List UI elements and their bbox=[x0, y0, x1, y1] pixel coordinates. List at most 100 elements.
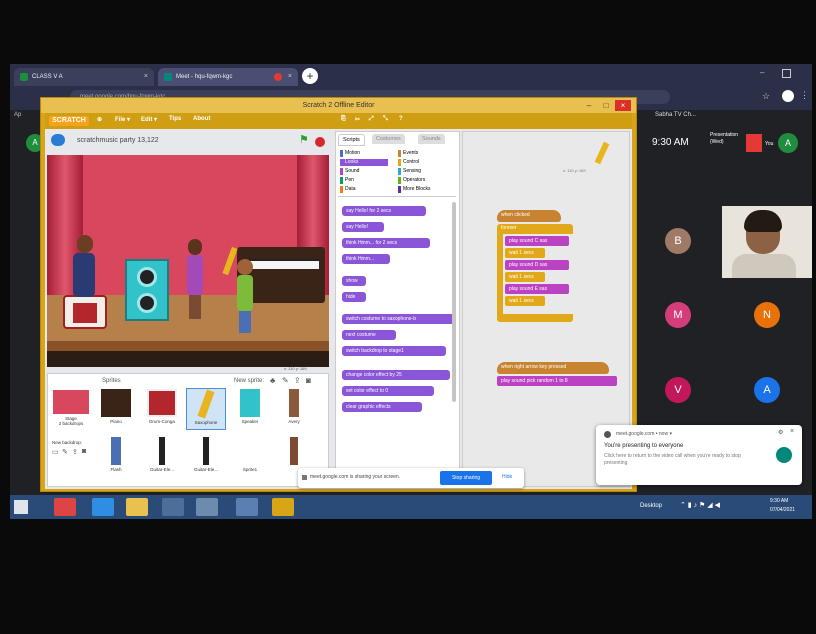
tab-sounds[interactable]: Sounds bbox=[418, 134, 445, 144]
sprite-avery[interactable]: Avery bbox=[274, 388, 314, 430]
block-wait[interactable]: wait 1 secs bbox=[505, 296, 545, 306]
category-motion[interactable]: Motion bbox=[340, 150, 388, 157]
menu-file[interactable]: File ▾ bbox=[115, 116, 130, 123]
minimize-icon[interactable]: – bbox=[760, 68, 764, 77]
stage-thumbnail[interactable]: Stage 2 backdrops bbox=[50, 388, 92, 436]
avatar[interactable]: A bbox=[778, 133, 798, 153]
green-flag-icon[interactable]: ⚑ bbox=[299, 133, 309, 146]
block-play-random-sound[interactable]: play sound pick random 1 to 8 bbox=[497, 376, 617, 386]
globe-icon[interactable]: ⊕ bbox=[97, 116, 102, 123]
explorer-taskbar-icon[interactable] bbox=[126, 498, 148, 516]
scratch-taskbar-icon[interactable] bbox=[272, 498, 294, 516]
block-hide[interactable]: hide bbox=[342, 292, 366, 302]
block-switch-backdrop[interactable]: switch backdrop to stage1 bbox=[342, 346, 446, 356]
settings-icon[interactable]: ⚙ bbox=[778, 429, 783, 436]
category-operators[interactable]: Operators bbox=[398, 177, 446, 184]
block-clear-effects[interactable]: clear graphic effects bbox=[342, 402, 422, 412]
sprite-saxophone[interactable]: Saxophone bbox=[186, 388, 226, 430]
menu-dots-icon[interactable]: ⋮ bbox=[800, 90, 809, 101]
block-think-for-secs[interactable]: think Hmm... for 2 secs bbox=[342, 238, 430, 248]
bookmark-item[interactable]: Sabha TV Ch... bbox=[655, 112, 696, 118]
category-pen[interactable]: Pen bbox=[340, 177, 388, 184]
hat-when-key-pressed[interactable]: when right arrow key pressed bbox=[497, 362, 609, 374]
chat-taskbar-icon[interactable] bbox=[236, 498, 258, 516]
tray-icons[interactable]: ⌃ ▮ ♪ ⚑ ◢ ◀ bbox=[680, 501, 720, 509]
backdrop-library-icon[interactable]: ▭ bbox=[52, 448, 59, 456]
star-icon[interactable]: ☆ bbox=[762, 91, 770, 102]
block-play-sound[interactable]: play sound D sax bbox=[505, 260, 569, 270]
close-icon[interactable]: × bbox=[144, 68, 148, 86]
sprite-speaker[interactable]: Speaker bbox=[230, 388, 270, 430]
apps-bookmark[interactable]: Ap bbox=[14, 112, 21, 118]
block-show[interactable]: show bbox=[342, 276, 366, 286]
singer-body[interactable] bbox=[237, 275, 253, 311]
palette-scrollbar[interactable] bbox=[452, 202, 456, 402]
category-events[interactable]: Events bbox=[398, 150, 446, 157]
camera-backdrop-icon[interactable]: ◙ bbox=[82, 448, 86, 455]
sprite-flash[interactable]: Flash bbox=[96, 436, 136, 478]
block-next-costume[interactable]: next costume bbox=[342, 330, 396, 340]
tab-costumes[interactable]: Costumes bbox=[372, 134, 405, 144]
delete-icon[interactable]: ✂ bbox=[355, 116, 360, 123]
project-name[interactable]: scratchmusic party 13,122 bbox=[77, 137, 159, 144]
tab-scripts[interactable]: Scripts bbox=[338, 134, 365, 146]
drummer-body[interactable] bbox=[73, 253, 95, 297]
shrink-icon[interactable]: ⤡ bbox=[383, 116, 388, 123]
camera-icon[interactable]: ◙ bbox=[306, 376, 311, 385]
duplicate-icon[interactable]: ⎘ bbox=[341, 116, 346, 123]
participant-n[interactable]: N bbox=[754, 302, 780, 328]
menu-edit[interactable]: Edit ▾ bbox=[141, 116, 157, 123]
sax-player-body[interactable] bbox=[187, 255, 203, 295]
participant-v[interactable]: V bbox=[665, 377, 691, 403]
sprite-library-icon[interactable]: ♣ bbox=[270, 376, 275, 385]
presentation-mode-icon[interactable] bbox=[51, 134, 65, 146]
presenting-notification[interactable]: meet.google.com • now ▾ ⚙ × You're prese… bbox=[596, 425, 802, 485]
upload-backdrop-icon[interactable]: ⇪ bbox=[72, 448, 78, 456]
sprite-drum-conga[interactable]: Drum-Conga bbox=[142, 388, 182, 430]
close-icon[interactable]: × bbox=[288, 68, 292, 86]
sprite-guitar-1[interactable]: Guitar-Ele... bbox=[142, 436, 182, 478]
upload-sprite-icon[interactable]: ⇪ bbox=[294, 376, 301, 385]
block-play-sound[interactable]: play sound E sax bbox=[505, 284, 569, 294]
category-control[interactable]: Control bbox=[398, 159, 446, 166]
paint-backdrop-icon[interactable]: ✎ bbox=[62, 448, 68, 456]
block-change-effect[interactable]: change color effect by 25 bbox=[342, 370, 450, 380]
grow-icon[interactable]: ⤢ bbox=[369, 116, 374, 123]
paint-sprite-icon[interactable]: ✎ bbox=[282, 376, 289, 385]
category-looks[interactable]: Looks bbox=[340, 159, 388, 166]
sprite-piano[interactable]: Piano bbox=[96, 388, 136, 430]
block-play-sound[interactable]: play sound C sax bbox=[505, 236, 569, 246]
menu-tips[interactable]: Tips bbox=[169, 116, 181, 122]
stage[interactable] bbox=[47, 155, 329, 367]
category-more-blocks[interactable]: More Blocks bbox=[398, 186, 446, 193]
block-say-for-secs[interactable]: say Hello! for 2 secs bbox=[342, 206, 426, 216]
tab-meet[interactable]: Meet - hqu-fqwm-kgc × bbox=[158, 68, 298, 86]
hide-button[interactable]: Hide bbox=[502, 474, 512, 480]
clock-time[interactable]: 9:30 AM bbox=[770, 498, 788, 504]
block-wait[interactable]: wait 1 secs bbox=[505, 272, 545, 282]
clock-date[interactable]: 07/04/2021 bbox=[770, 507, 795, 513]
block-switch-costume[interactable]: switch costume to saxophone-b bbox=[342, 314, 454, 324]
category-sound[interactable]: Sound bbox=[340, 168, 388, 175]
sprite-1[interactable]: Sprite1 bbox=[230, 436, 270, 478]
tab-class[interactable]: CLASS V A × bbox=[14, 68, 154, 86]
block-wait[interactable]: wait 1 secs bbox=[505, 248, 545, 258]
calc-taskbar-icon[interactable] bbox=[196, 498, 218, 516]
block-think[interactable]: think Hmm... bbox=[342, 254, 390, 264]
windows-start-icon[interactable] bbox=[14, 500, 28, 514]
category-sensing[interactable]: Sensing bbox=[398, 168, 446, 175]
profile-icon[interactable] bbox=[782, 90, 794, 102]
close-button[interactable]: × bbox=[615, 100, 631, 111]
maximize-button[interactable]: □ bbox=[598, 100, 614, 111]
participant-b[interactable]: B bbox=[665, 228, 691, 254]
media-taskbar-icon[interactable] bbox=[162, 498, 184, 516]
stop-icon[interactable] bbox=[315, 137, 325, 147]
hat-when-flag-clicked[interactable]: when clicked bbox=[497, 210, 561, 222]
ie-taskbar-icon[interactable] bbox=[92, 498, 114, 516]
desktop-label[interactable]: Desktop bbox=[640, 503, 662, 509]
participant-m[interactable]: M bbox=[665, 302, 691, 328]
restore-icon[interactable] bbox=[782, 69, 791, 78]
block-set-effect[interactable]: set color effect to 0 bbox=[342, 386, 434, 396]
chrome-taskbar-icon[interactable] bbox=[54, 498, 76, 516]
close-icon[interactable]: × bbox=[790, 428, 794, 435]
